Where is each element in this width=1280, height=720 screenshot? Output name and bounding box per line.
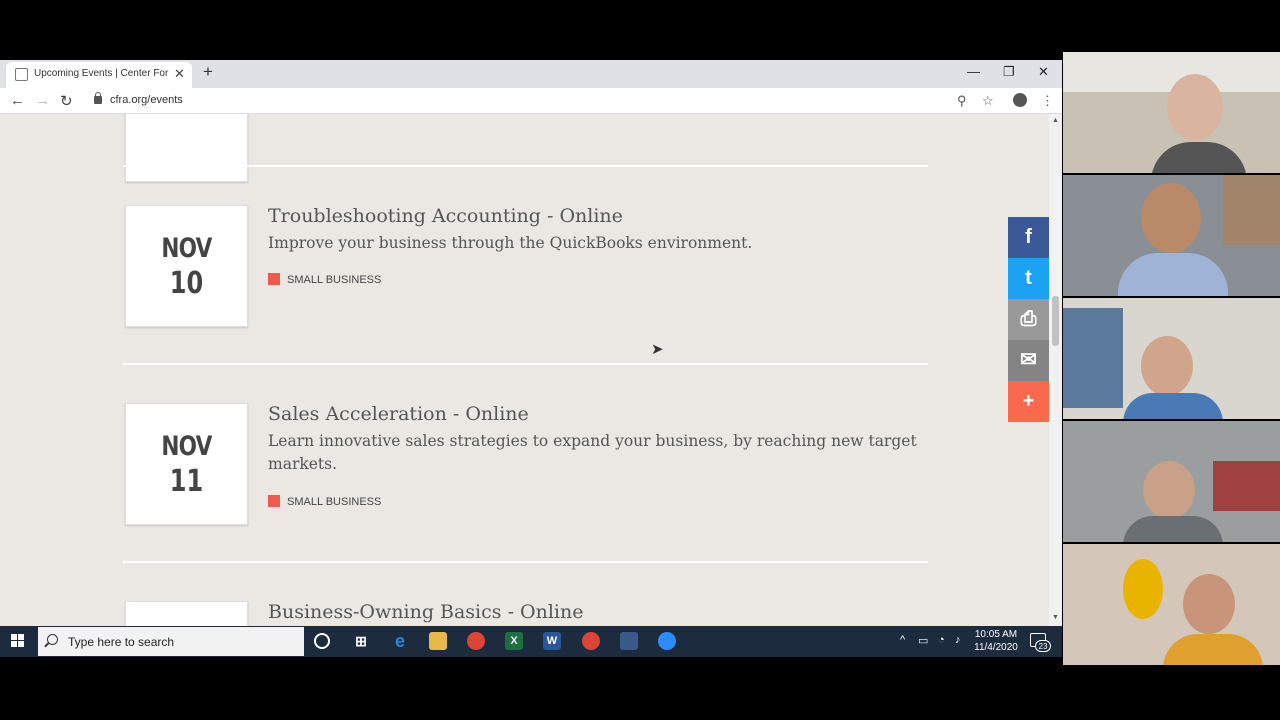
print-icon: ⎙ — [1020, 308, 1037, 330]
event-category[interactable]: SMALL BUSINESS — [268, 495, 381, 508]
divider — [123, 165, 928, 167]
page-scrollbar[interactable]: ▲ ▼ — [1049, 114, 1062, 626]
back-button[interactable]: ← — [10, 92, 25, 109]
tab-strip: Upcoming Events | Center For R ✕ + — ❐ ✕ — [0, 60, 1062, 88]
event-category-label: SMALL BUSINESS — [287, 274, 382, 286]
windows-taskbar: Type here to search ⊞ e X W ^ ▭ ◔ ♪ 10:0… — [0, 626, 1062, 657]
new-tab-button[interactable]: + — [203, 62, 213, 82]
facebook-share-button[interactable]: f — [1008, 217, 1049, 258]
video-tile-1 — [1063, 52, 1280, 173]
event-description: Improve your business through the QuickB… — [268, 234, 753, 252]
address-bar[interactable]: cfra.org/events — [110, 94, 183, 106]
clock-time: 10:05 AM — [974, 629, 1018, 640]
event-category[interactable]: SMALL BUSINESS — [268, 273, 381, 286]
event-description: Learn innovative sales strategies to exp… — [268, 432, 917, 473]
date-box-previous — [125, 114, 248, 182]
video-tile-4 — [1063, 421, 1280, 542]
plus-icon: + — [1022, 390, 1035, 412]
system-clock[interactable]: 10:05 AM 11/4/2020 — [970, 628, 1022, 654]
restore-button[interactable]: ❐ — [1003, 64, 1015, 80]
participant-1 — [1167, 74, 1223, 140]
browser-toolbar: ← → ↻ cfra.org/events ⚲ ☆ ⋮ — [0, 88, 1062, 114]
bookmark-star-icon[interactable]: ☆ — [982, 93, 994, 109]
edge-icon[interactable]: e — [391, 632, 409, 650]
event-title[interactable]: Sales Acceleration - Online — [268, 403, 529, 425]
event-date-box: NOV 11 — [125, 403, 248, 525]
category-swatch — [268, 273, 280, 285]
browser-window: Upcoming Events | Center For R ✕ + — ❐ ✕… — [0, 60, 1062, 626]
file-explorer-icon[interactable] — [429, 632, 447, 650]
scroll-up-icon[interactable]: ▲ — [1052, 117, 1059, 124]
scroll-thumb[interactable] — [1052, 296, 1059, 346]
twitter-share-button[interactable]: t — [1008, 258, 1049, 299]
category-swatch — [268, 495, 280, 507]
tab-events[interactable]: Upcoming Events | Center For R ✕ — [6, 62, 192, 88]
close-window-button[interactable]: ✕ — [1038, 64, 1049, 80]
video-tile-3 — [1063, 298, 1280, 419]
network-icon[interactable]: ◔ — [938, 634, 945, 646]
event-day: 11 — [169, 464, 204, 499]
event-title[interactable]: Business-Owning Basics - Online — [268, 601, 583, 623]
chrome-active-icon[interactable] — [582, 632, 600, 650]
divider — [123, 561, 928, 563]
task-view-icon[interactable]: ⊞ — [352, 632, 370, 650]
events-page: NOV 10 Troubleshooting Accounting - Onli… — [0, 114, 1049, 626]
taskbar-search-box[interactable]: Type here to search — [38, 627, 304, 656]
lock-icon — [94, 92, 102, 104]
event-date-box: NOV 10 — [125, 205, 248, 327]
battery-icon[interactable]: ▭ — [918, 634, 928, 647]
site-favicon-icon — [15, 68, 28, 81]
print-share-button[interactable]: ⎙ — [1008, 299, 1049, 340]
search-icon — [47, 634, 58, 645]
notification-count: 23 — [1035, 640, 1051, 652]
divider — [123, 363, 928, 365]
zoom-app-icon[interactable] — [658, 632, 676, 650]
scroll-down-icon[interactable]: ▼ — [1052, 614, 1059, 621]
event-month: NOV — [161, 431, 212, 462]
forward-button[interactable]: → — [35, 92, 50, 109]
twitter-icon: t — [1025, 267, 1032, 289]
clock-date: 11/4/2020 — [974, 642, 1018, 653]
video-tile-5 — [1063, 544, 1280, 665]
participant-4 — [1143, 461, 1195, 519]
cortana-icon[interactable] — [314, 633, 330, 649]
word-icon[interactable]: W — [543, 632, 561, 650]
reload-button[interactable]: ↻ — [60, 92, 73, 110]
mouse-cursor-icon: ➤ — [651, 341, 664, 358]
zoom-icon[interactable]: ⚲ — [957, 93, 967, 109]
menu-icon[interactable]: ⋮ — [1041, 93, 1054, 109]
tab-title: Upcoming Events | Center For R — [34, 68, 170, 79]
taskbar-search-placeholder: Type here to search — [68, 635, 175, 649]
profile-avatar[interactable] — [1013, 93, 1027, 107]
calculator-icon[interactable] — [620, 632, 638, 650]
participant-5 — [1183, 574, 1235, 634]
video-tile-2 — [1063, 175, 1280, 296]
event-date-box — [125, 601, 248, 626]
minimize-button[interactable]: — — [967, 64, 980, 79]
volume-icon[interactable]: ♪ — [955, 634, 961, 646]
participant-3 — [1141, 336, 1193, 396]
more-share-button[interactable]: + — [1008, 381, 1049, 422]
event-month: NOV — [161, 233, 212, 264]
facebook-icon: f — [1025, 226, 1032, 248]
email-icon: ✉ — [1020, 349, 1037, 371]
tray-chevron-icon[interactable]: ^ — [900, 634, 905, 646]
event-category-label: SMALL BUSINESS — [287, 496, 382, 508]
email-share-button[interactable]: ✉ — [1008, 340, 1049, 381]
excel-icon[interactable]: X — [505, 632, 523, 650]
event-day: 10 — [169, 266, 204, 301]
chrome-icon[interactable] — [467, 632, 485, 650]
event-title[interactable]: Troubleshooting Accounting - Online — [268, 205, 623, 227]
windows-start-icon[interactable] — [11, 634, 25, 648]
tab-close-icon[interactable]: ✕ — [174, 66, 185, 82]
participant-2 — [1141, 183, 1201, 253]
